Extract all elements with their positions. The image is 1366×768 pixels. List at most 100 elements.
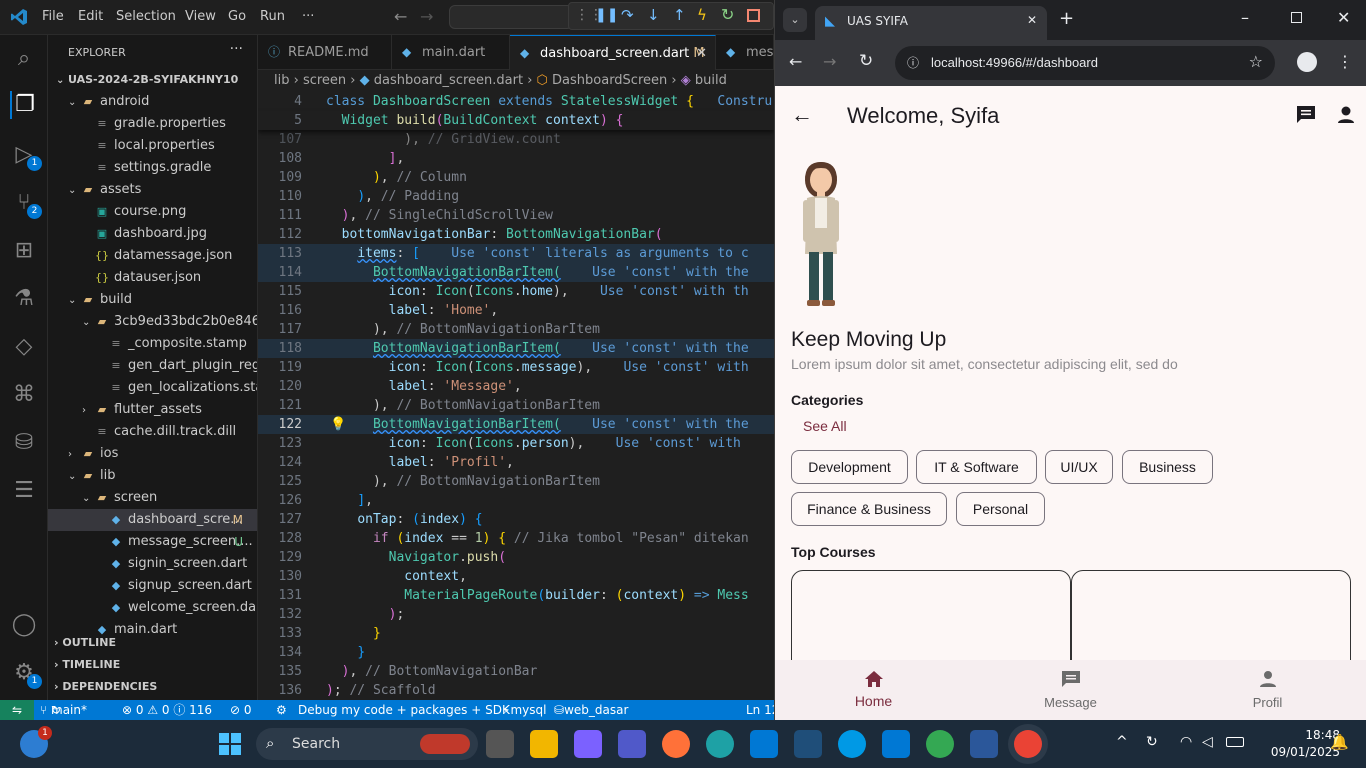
tree-file[interactable]: ≡ gradle.properties [48, 113, 257, 135]
tree-folder[interactable]: ⌄ ▰ lib [48, 465, 257, 487]
url-text[interactable]: localhost:49966/#/dashboard [931, 55, 1098, 70]
nav-home[interactable]: Home [775, 660, 972, 709]
extensions-icon[interactable]: ⊞ [10, 237, 38, 265]
edge-icon[interactable] [706, 730, 734, 758]
tab-main-dart[interactable]: ◆ main.dart [392, 35, 510, 70]
menu-run[interactable]: Run [260, 9, 285, 24]
more-actions-icon[interactable]: ··· [230, 41, 243, 57]
menu-view[interactable]: View [185, 9, 216, 24]
back-arrow-icon[interactable]: ← [394, 7, 407, 26]
account-icon[interactable] [1335, 105, 1357, 125]
tree-folder[interactable]: › ▰ ios [48, 443, 257, 465]
menu-edit[interactable]: Edit [78, 9, 103, 24]
outline-section[interactable]: › OUTLINE [48, 632, 257, 654]
menu-selection[interactable]: Selection [116, 9, 176, 24]
pause-icon[interactable]: ❚❚ [595, 7, 618, 23]
stop-icon[interactable] [747, 9, 760, 22]
close-tab-icon[interactable]: ✕ [696, 36, 707, 70]
browser-tab[interactable]: ◣ UAS SYIFA ✕ [815, 6, 1047, 40]
debug-config-status[interactable]: Debug my code + packages + SDK [298, 700, 510, 720]
nav-message[interactable]: Message [972, 660, 1169, 710]
new-tab-icon[interactable]: + [1059, 8, 1074, 29]
flutter-icon[interactable]: ◇ [10, 333, 38, 361]
tray-chevron-icon[interactable]: ^ [1116, 734, 1128, 750]
teams-icon[interactable] [618, 730, 646, 758]
tree-file[interactable]: {} datauser.json [48, 267, 257, 289]
tree-file[interactable]: ≡ gen_localizations.stamp [48, 377, 257, 399]
step-out-icon[interactable]: ↑ [673, 6, 686, 24]
tree-file[interactable]: {} datamessage.json [48, 245, 257, 267]
dart-devtools-icon[interactable]: ⌘ [10, 381, 38, 409]
settings-gear-icon[interactable]: ⚙ 1 [10, 659, 42, 689]
tab-dashboard-screen[interactable]: ◆ dashboard_screen.dart M ✕ [510, 35, 716, 70]
nav-profil[interactable]: Profil [1169, 660, 1366, 710]
task-view-icon[interactable] [486, 730, 514, 758]
branch-status[interactable]: ⑂ main* ↻ [40, 700, 87, 720]
tree-file[interactable]: ◆ dashboard_scre... M [48, 509, 257, 531]
tree-file[interactable]: ◆ welcome_screen.dart [48, 597, 257, 619]
run-debug-icon[interactable]: ▷ 1 [10, 141, 42, 171]
site-info-icon[interactable]: ⓘ [907, 54, 919, 71]
course-card[interactable] [791, 570, 1071, 670]
breadcrumb-class[interactable]: DashboardScreen [552, 73, 667, 88]
forward-arrow-icon[interactable]: → [420, 7, 433, 26]
tree-file[interactable]: ◆ signup_screen.dart [48, 575, 257, 597]
problems-status[interactable]: ⊗ 0 ⚠ 0 ⓘ 116 [122, 700, 212, 720]
mysql-status[interactable]: ⚡ mysql [502, 700, 546, 720]
tree-folder[interactable]: ⌄▰3cb9ed33bdc2b0e8468... [48, 311, 257, 333]
tree-file[interactable]: ◆ message_screen.... U [48, 531, 257, 553]
explorer-icon[interactable]: ❐ [10, 91, 38, 119]
chip-ui-ux[interactable]: UI/UX [1045, 450, 1113, 484]
tree-folder[interactable]: › ▰ flutter_assets [48, 399, 257, 421]
step-over-icon[interactable]: ↷ [621, 6, 634, 24]
breadcrumb-screen[interactable]: screen [303, 73, 346, 88]
close-tab-icon[interactable]: ✕ [1027, 13, 1037, 27]
database-name-status[interactable]: ⛁ web_dasar [554, 700, 628, 720]
chrome-active-icon[interactable] [1014, 730, 1042, 758]
chrome-taskbar-icon[interactable] [926, 730, 954, 758]
sync-icon[interactable]: ↻ [1146, 734, 1158, 750]
back-icon[interactable]: ← [789, 52, 802, 71]
tree-file[interactable]: ◆ signin_screen.dart [48, 553, 257, 575]
volume-icon[interactable]: ◁ [1202, 734, 1213, 750]
see-all-link[interactable]: See All [803, 418, 847, 434]
weather-widget-icon[interactable]: 1 [20, 726, 52, 758]
account-icon[interactable]: ◯ [10, 611, 38, 639]
hot-reload-icon[interactable]: ϟ [697, 6, 707, 24]
tab-search-icon[interactable]: ⌄ [783, 8, 807, 32]
breadcrumb-lib[interactable]: lib [274, 73, 289, 88]
breadcrumb-method[interactable]: build [695, 73, 727, 88]
tree-file[interactable]: ≡ local.properties [48, 135, 257, 157]
tree-folder[interactable]: ⌄ ▰ build [48, 289, 257, 311]
tree-folder[interactable]: ⌄ ▰ assets [48, 179, 257, 201]
chip-development[interactable]: Development [791, 450, 908, 484]
database-icon[interactable]: ⛁ [10, 429, 38, 457]
breadcrumb-file[interactable]: dashboard_screen.dart [374, 73, 523, 88]
firefox-icon[interactable] [662, 730, 690, 758]
tab-readme[interactable]: ⓘ README.md [258, 35, 392, 70]
step-into-icon[interactable]: ↓ [647, 6, 660, 24]
restart-icon[interactable]: ↻ [721, 5, 734, 24]
word-icon[interactable] [970, 730, 998, 758]
tree-folder[interactable]: ⌄ ▰ android [48, 91, 257, 113]
ports-status[interactable]: ⊘ 0 [230, 700, 252, 720]
copilot-icon[interactable] [574, 730, 602, 758]
help-icon[interactable] [838, 730, 866, 758]
store-icon[interactable] [750, 730, 778, 758]
course-card[interactable] [1071, 570, 1351, 670]
bookmark-star-icon[interactable]: ☆ [1249, 52, 1263, 71]
appbar-back-icon[interactable]: ← [791, 102, 813, 128]
remote-icon[interactable]: ⇋ [0, 700, 34, 720]
testing-icon[interactable]: ⚗ [10, 285, 38, 313]
tree-file[interactable]: ≡ _composite.stamp [48, 333, 257, 355]
layers-icon[interactable]: ☰ [10, 477, 38, 505]
taskbar-search[interactable]: ⌕ Search [256, 728, 478, 760]
windows-start-icon[interactable] [218, 732, 242, 756]
maximize-icon[interactable] [1291, 12, 1302, 23]
timeline-section[interactable]: › TIMELINE [48, 654, 257, 676]
notification-bell-icon[interactable]: 🔔 [1330, 733, 1349, 751]
chat-icon[interactable] [1295, 105, 1317, 125]
menu-go[interactable]: Go [228, 9, 246, 24]
profile-avatar-icon[interactable] [1297, 52, 1317, 72]
url-bar[interactable]: ⓘ localhost:49966/#/dashboard ☆ [895, 46, 1275, 80]
